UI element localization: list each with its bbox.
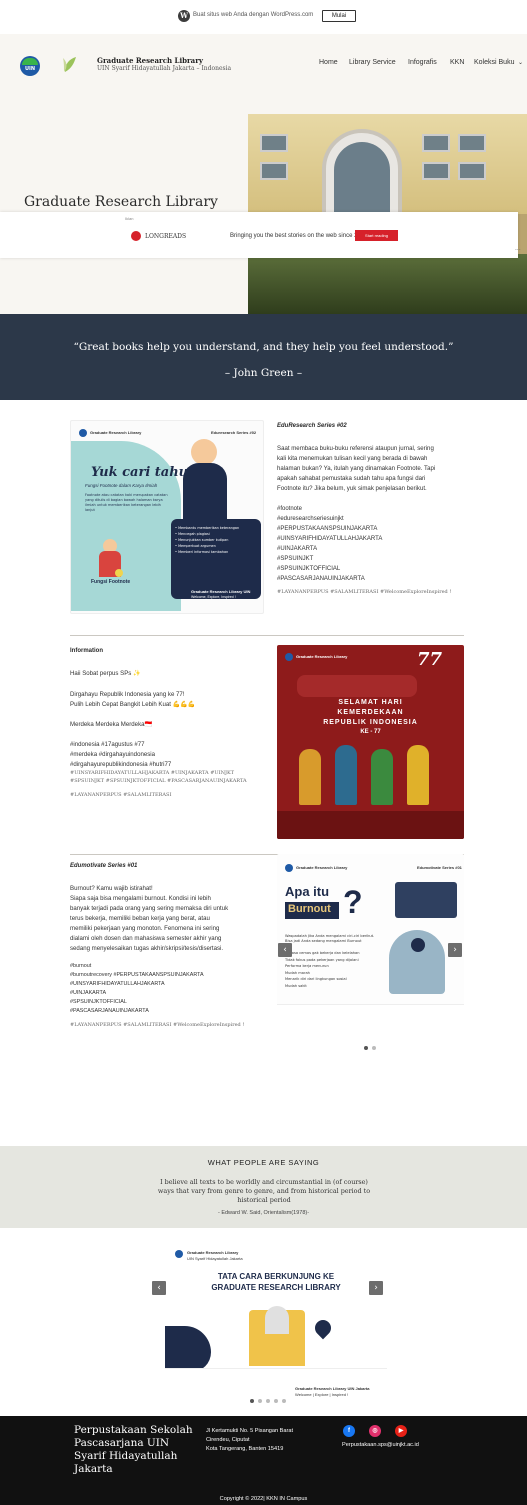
advertisement-banner[interactable]: Iklan LONGREADS Bringing you the best st… (0, 212, 518, 258)
wordpress-logo-icon: W (178, 10, 190, 22)
testimonial-section: WHAT PEOPLE ARE SAYING I believe all tex… (0, 1146, 527, 1228)
wordpress-promo-text[interactable]: Buat situs web Anda dengan WordPress.com (193, 12, 313, 18)
post-title[interactable]: EduResearch Series #02 (277, 423, 347, 429)
ad-brand: LONGREADS (145, 233, 187, 240)
nav-library-service[interactable]: Library Service (349, 59, 396, 66)
post-hashtags: #footnote #eduresearchseriesuinjkt #PERP… (277, 506, 383, 582)
nav-home[interactable]: Home (319, 59, 338, 66)
instagram-icon[interactable]: ◎ (369, 1425, 381, 1437)
quote-banner: “Great books help you understand, and th… (0, 314, 527, 400)
slider-prev-button[interactable]: ‹ (152, 1281, 166, 1295)
slider-dot[interactable] (282, 1399, 286, 1403)
site-header: UIN Graduate Research Library UIN Syarif… (0, 34, 527, 114)
quote-text: “Great books help you understand, and th… (73, 341, 454, 353)
ad-more-icon[interactable]: ... (515, 245, 521, 252)
slider-dot[interactable] (258, 1399, 262, 1403)
visit-guide-slide[interactable]: Graduate Research Library UIN Syarif Hid… (165, 1242, 387, 1384)
nav-kkn[interactable]: KKN (450, 59, 464, 66)
slider-prev-button[interactable]: ‹ (278, 943, 292, 957)
post-hashtags: #burnout #burnoutrecovery #PERPUSTAKAANS… (70, 963, 204, 1014)
uin-logo[interactable]: UIN (20, 56, 40, 76)
slider-dot[interactable] (274, 1399, 278, 1403)
post-footer-tags: #LAYANANPERPUS #SALAMLITERASI #WelcomeEx… (277, 589, 452, 595)
post-body: Dirgahayu Republik Indonesia yang ke 77!… (70, 691, 196, 768)
hero-title: Graduate Research Library (24, 194, 218, 210)
testimonial-heading: WHAT PEOPLE ARE SAYING (207, 1158, 320, 1167)
site-footer: Perpustakaan Sekolah Pascasarjana UIN Sy… (0, 1416, 527, 1505)
slider-next-button[interactable]: › (369, 1281, 383, 1295)
youtube-icon[interactable]: ▶ (395, 1425, 407, 1437)
post-intro: Haii Sobat perpus SPs ✨ (70, 670, 141, 677)
testimonial-quote: I believe all texts to be worldly and ci… (157, 1178, 371, 1204)
post-body: Saat membaca buku-buku referensi ataupun… (277, 445, 436, 492)
footer-copyright: Copyright © 2022| KKN IN Campus (219, 1496, 308, 1502)
post-image-burnout[interactable]: Graduate Research Library Edumotivate Se… (277, 854, 464, 1036)
post-footer-tags: #LAYANANPERPUS #SALAMLITERASI (70, 792, 172, 798)
wordpress-promo-bar: W Buat situs web Anda dengan WordPress.c… (0, 0, 527, 34)
footer-address: Jl Kertamukti No. 5 Pisangan Barat Ciren… (206, 1428, 294, 1452)
post-footer-tags: #LAYANANPERPUS #SALAMLITERASI #WelcomeEx… (70, 1022, 245, 1028)
ad-tagline: Bringing you the best stories on the web… (230, 233, 370, 239)
slider-dot[interactable] (266, 1399, 270, 1403)
divider (70, 635, 464, 636)
chevron-down-icon[interactable]: ⌄ (518, 59, 523, 66)
slider-dot[interactable] (250, 1399, 254, 1403)
post-hashtags: #UINSYARIFHIDAYATULLAHJAKARTA #UINJAKART… (70, 770, 247, 784)
slider-dot[interactable] (372, 1046, 376, 1050)
start-reading-button[interactable]: Start reading (355, 230, 398, 241)
ad-label: Iklan (125, 216, 134, 221)
post-image-independence-day[interactable]: Graduate Research Library 77 SELAMAT HAR… (277, 645, 464, 839)
longreads-logo-icon (131, 231, 141, 241)
slider-next-button[interactable]: › (448, 943, 462, 957)
post-body: Burnout? Kamu wajib istirahat! Siapa saj… (70, 885, 229, 952)
start-button[interactable]: Mulai (322, 10, 356, 22)
nav-infografis[interactable]: Infografis (408, 59, 437, 66)
facebook-icon[interactable]: f (343, 1425, 355, 1437)
quote-author: – John Green – (224, 367, 303, 379)
site-tagline: UIN Syarif Hidayatullah Jakarta – Indone… (97, 65, 232, 72)
testimonial-author: - Edward W. Said, Orientalism(1978)- (217, 1210, 310, 1216)
hero-section: Graduate Research Library Iklan LONGREAD… (0, 114, 527, 314)
site-title[interactable]: Graduate Research Library (97, 56, 203, 65)
slider-dot[interactable] (364, 1046, 368, 1050)
post-image-footnote[interactable]: Graduate Research Library Eduresearch Se… (70, 420, 264, 614)
footer-org-name: Perpustakaan Sekolah Pascasarjana UIN Sy… (74, 1424, 193, 1475)
nav-koleksi-buku[interactable]: Koleksi Buku (474, 59, 514, 66)
footer-email[interactable]: Perpustakaan.sps@uinjkt.ac.id (342, 1442, 419, 1448)
post-title[interactable]: Edumotivate Series #01 (70, 863, 137, 869)
leaf-logo-icon[interactable] (62, 56, 78, 74)
post-title[interactable]: Information (70, 648, 103, 654)
